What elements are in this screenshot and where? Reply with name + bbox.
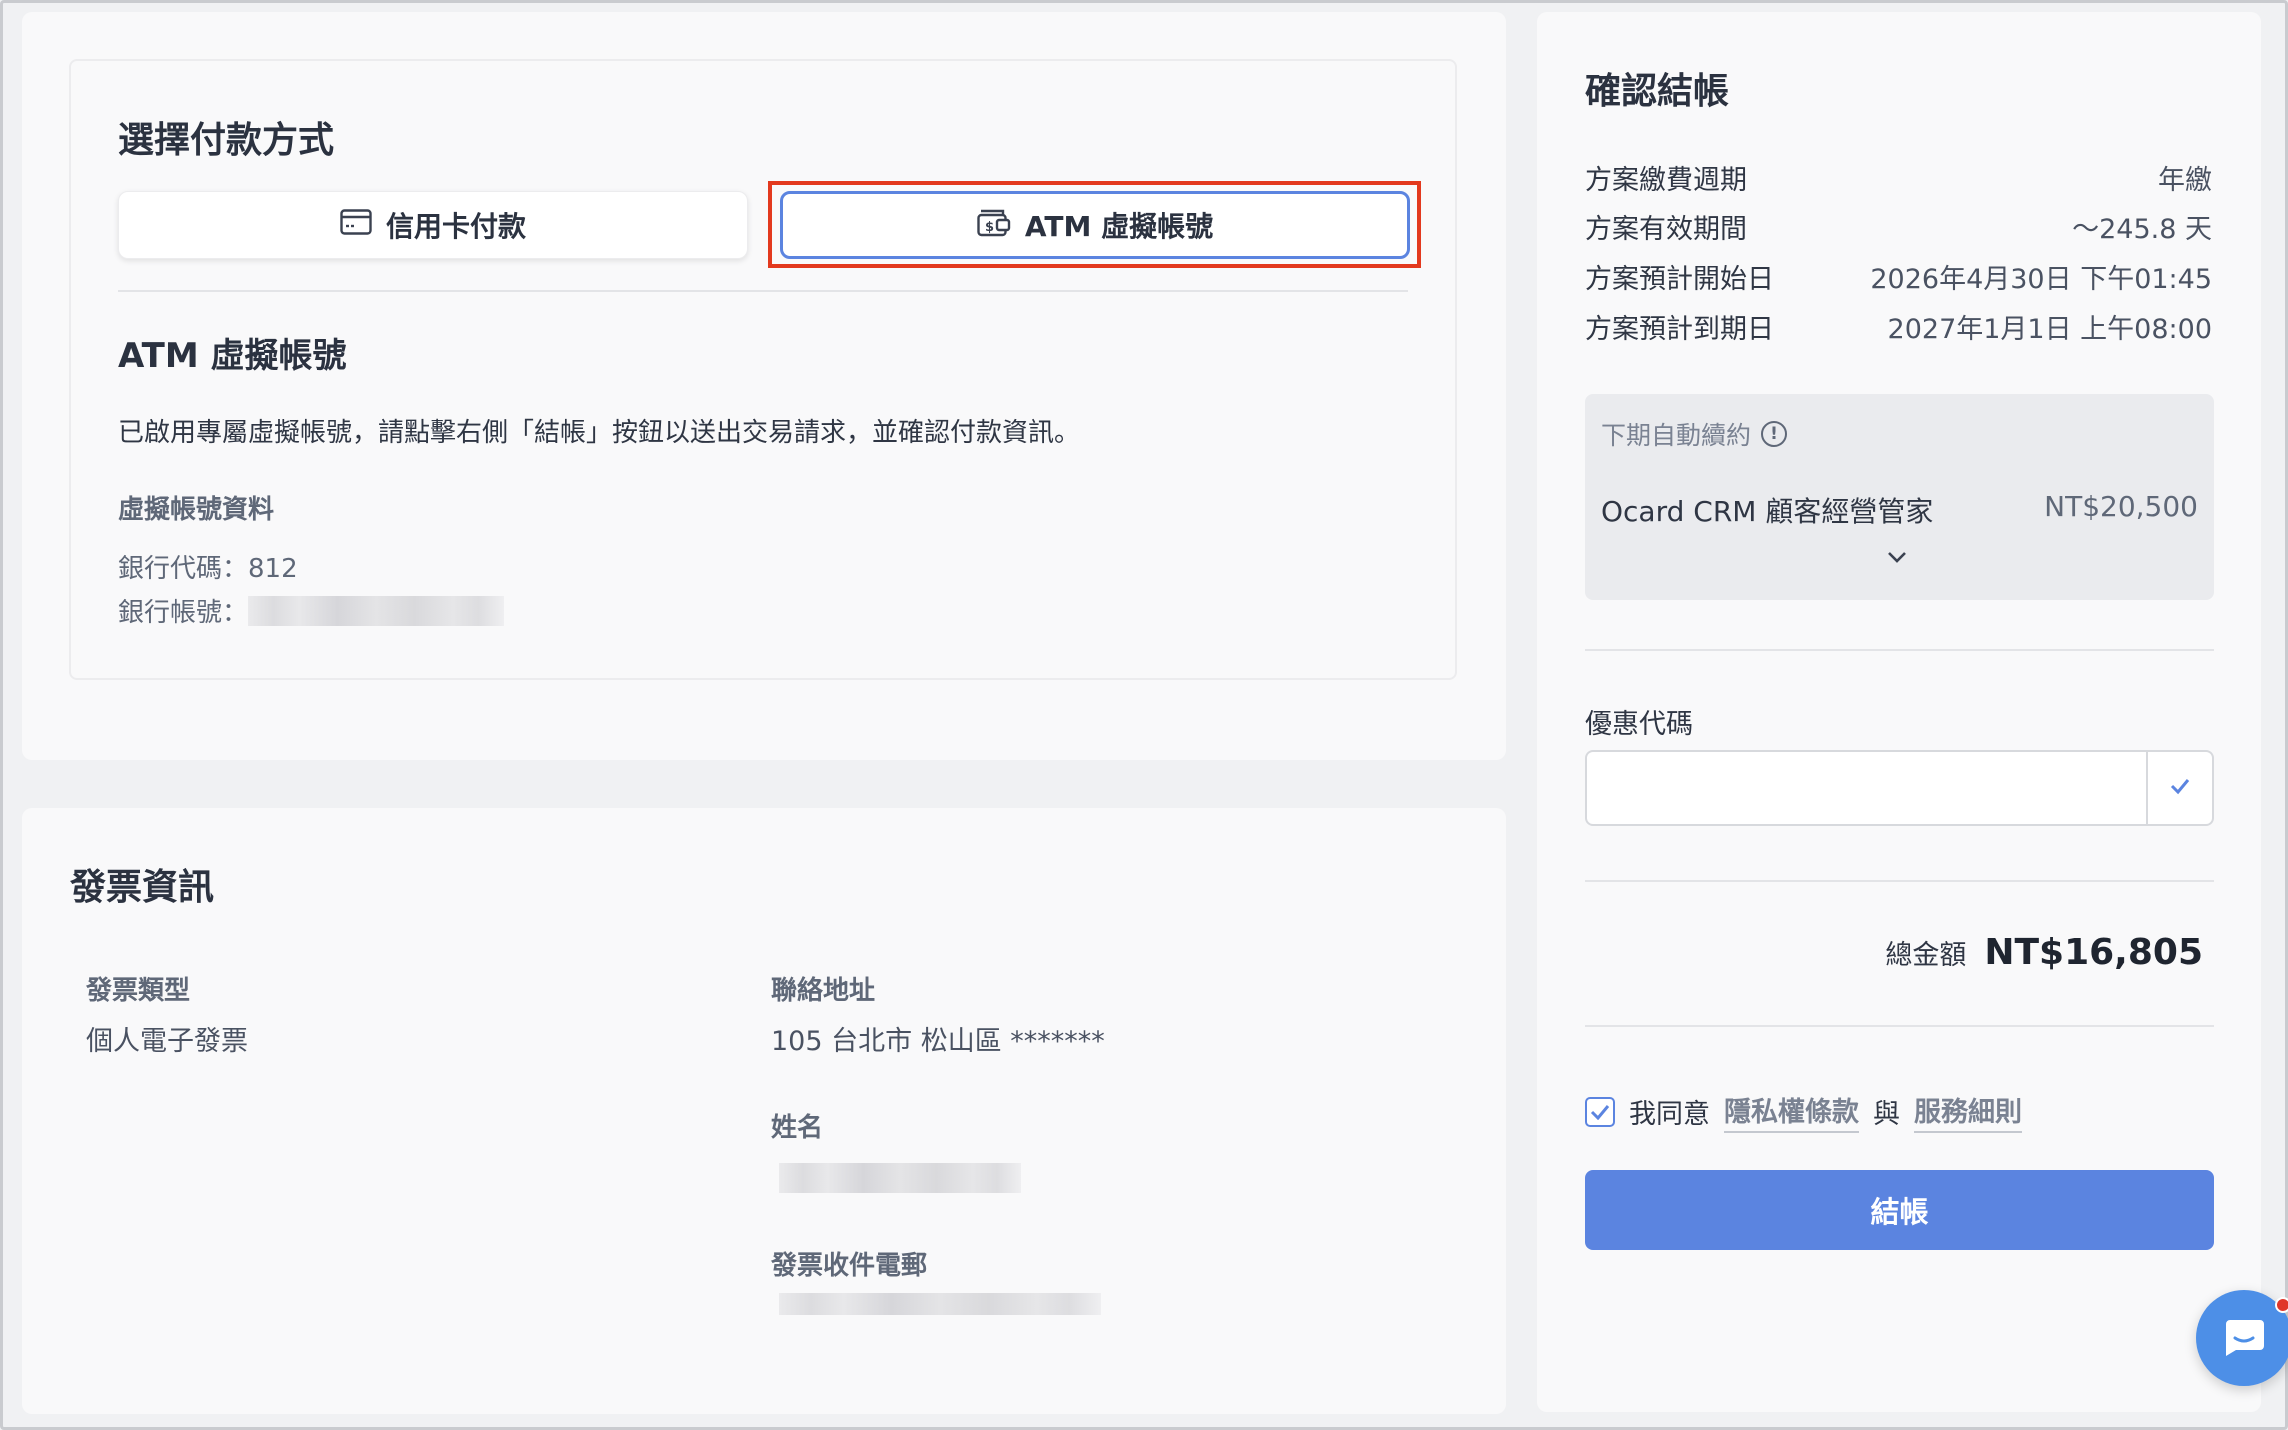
divider	[1585, 1025, 2214, 1027]
payment-title: 選擇付款方式	[118, 120, 335, 161]
bank-code: 銀行代碼：812	[118, 548, 298, 585]
atm-method-button[interactable]: $ ATM 虛擬帳號	[780, 191, 1410, 259]
coupon-input[interactable]	[1587, 752, 2146, 824]
credit-card-method-label: 信用卡付款	[385, 210, 526, 243]
terms-link[interactable]: 服務細則	[1914, 1090, 2022, 1133]
address-label: 聯絡地址	[771, 976, 876, 1006]
renewal-heading-text: 下期自動續約	[1601, 421, 1752, 450]
name-label: 姓名	[771, 1113, 824, 1143]
svg-text:$: $	[985, 220, 994, 235]
summary-key: 方案預計到期日	[1585, 314, 1774, 345]
bank-account: 銀行帳號：	[118, 592, 505, 629]
summary-key: 方案預計開始日	[1585, 264, 1774, 295]
email-redacted	[779, 1293, 1101, 1315]
renewal-heading: 下期自動續約 !	[1601, 416, 1788, 452]
renewal-item-price: NT$20,500	[2044, 490, 2198, 523]
privacy-link[interactable]: 隱私權條款	[1724, 1090, 1859, 1133]
agree-prefix: 我同意	[1629, 1099, 1710, 1130]
total-amount: 總金額 NT$16,805	[1885, 932, 2203, 973]
agreement-row: 我同意 隱私權條款 與 服務細則	[1585, 1090, 2022, 1133]
apply-coupon-button[interactable]	[2146, 752, 2212, 824]
coupon-label: 優惠代碼	[1585, 709, 1693, 740]
summary-row-end: 方案預計到期日 2027年1月1日 上午08:00	[1585, 307, 2212, 346]
renewal-item-row: Ocard CRM 顧客經營管家 NT$20,500	[1601, 490, 2198, 530]
invoice-panel	[22, 808, 1506, 1414]
agree-checkbox[interactable]	[1585, 1096, 1615, 1127]
wallet-dollar-icon: $	[977, 207, 1011, 244]
invoice-type-value: 個人電子發票	[86, 1026, 248, 1057]
total-value: NT$16,805	[1984, 932, 2203, 973]
agree-and: 與	[1873, 1099, 1900, 1130]
invoice-title: 發票資訊	[70, 867, 215, 908]
summary-value: 2027年1月1日 上午08:00	[1887, 314, 2212, 345]
summary-title: 確認結帳	[1585, 71, 1730, 112]
bank-code-text: 銀行代碼：812	[118, 554, 298, 584]
notification-dot	[2275, 1297, 2288, 1313]
chat-icon	[2222, 1316, 2266, 1360]
name-redacted	[779, 1163, 1021, 1193]
atm-section-title: ATM 虛擬帳號	[118, 336, 347, 376]
info-icon[interactable]: !	[1761, 421, 1788, 447]
summary-key: 方案有效期間	[1585, 214, 1747, 245]
invoice-type-label: 發票類型	[86, 976, 191, 1006]
bank-account-label: 銀行帳號：	[118, 598, 249, 628]
divider	[118, 290, 1408, 292]
divider	[1585, 880, 2214, 882]
credit-card-method-button[interactable]: 信用卡付款	[118, 191, 748, 259]
summary-value: ～245.8 天	[2072, 214, 2212, 245]
atm-description: 已啟用專屬虛擬帳號，請點擊右側「結帳」按鈕以送出交易請求，並確認付款資訊。	[118, 418, 1081, 448]
summary-row-start: 方案預計開始日 2026年4月30日 下午01:45	[1585, 257, 2212, 296]
atm-info-heading: 虛擬帳號資料	[118, 495, 275, 525]
renewal-item-name: Ocard CRM 顧客經營管家	[1601, 495, 1934, 528]
chevron-down-icon[interactable]	[1882, 542, 1912, 572]
divider	[1585, 649, 2214, 651]
credit-card-icon	[340, 208, 372, 242]
checkout-button[interactable]: 結帳	[1585, 1170, 2214, 1250]
summary-key: 方案繳費週期	[1585, 165, 1747, 196]
address-value: 105 台北市 松山區 *******	[771, 1026, 1105, 1057]
summary-value: 2026年4月30日 下午01:45	[1870, 264, 2212, 295]
auto-renewal-box: 下期自動續約 ! Ocard CRM 顧客經營管家 NT$20,500	[1585, 394, 2214, 600]
summary-value: 年繳	[2158, 165, 2212, 196]
check-icon	[2169, 777, 2191, 799]
summary-row-duration: 方案有效期間 ～245.8 天	[1585, 207, 2212, 246]
summary-row-cycle: 方案繳費週期 年繳	[1585, 158, 2212, 197]
atm-method-label: ATM 虛擬帳號	[1024, 210, 1214, 243]
bank-account-redacted	[248, 595, 505, 626]
total-label: 總金額	[1885, 940, 1967, 971]
coupon-field	[1585, 750, 2214, 826]
invoice-email-label: 發票收件電郵	[771, 1251, 928, 1281]
